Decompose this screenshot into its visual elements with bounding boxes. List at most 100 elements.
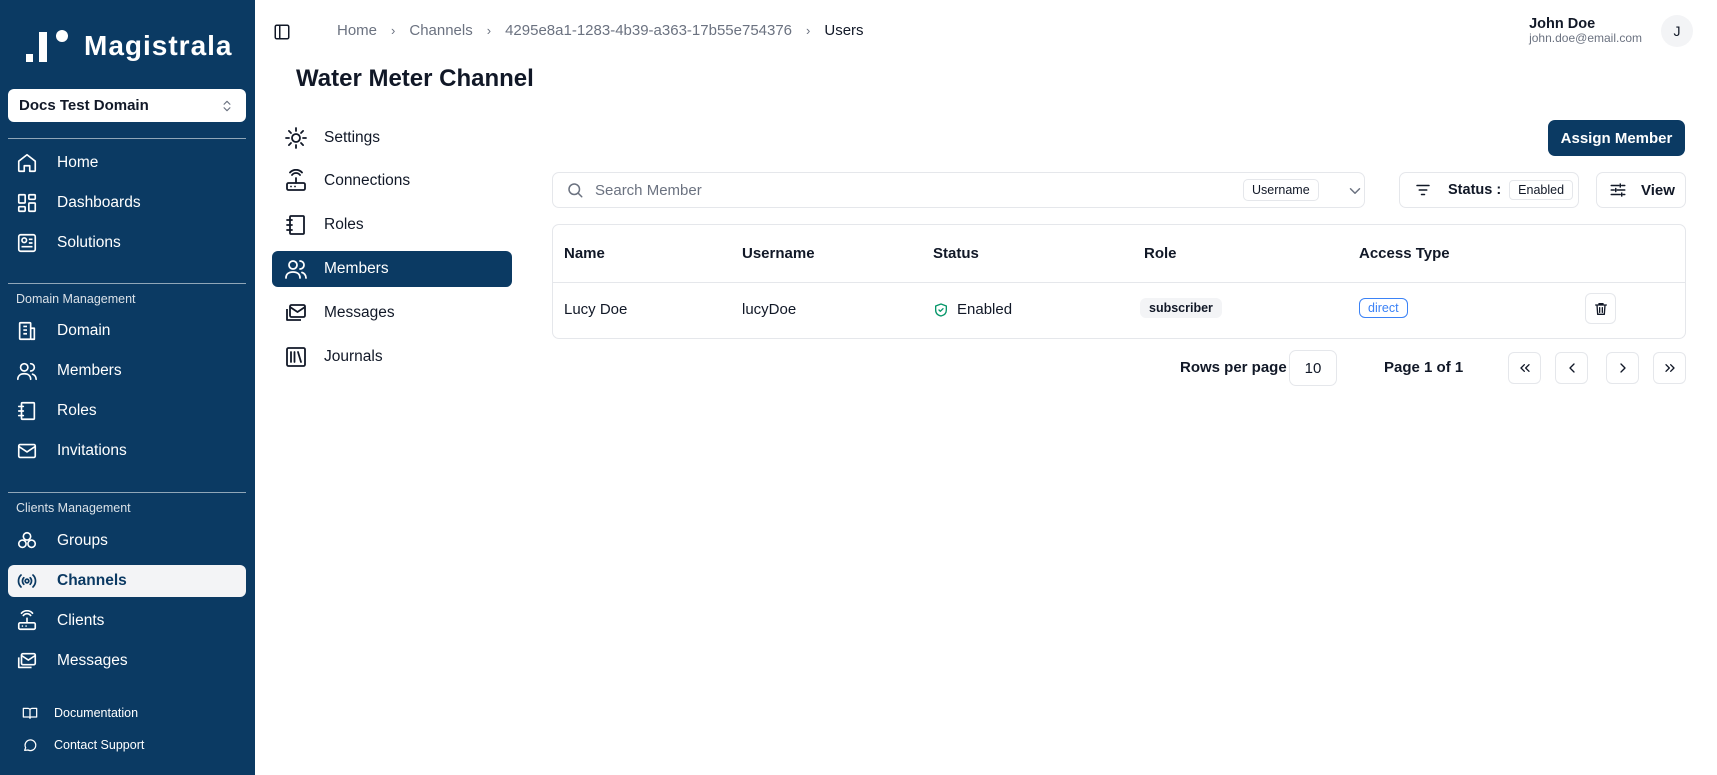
solutions-icon [17, 233, 37, 253]
sidebar-item-home[interactable]: Home [8, 147, 246, 179]
sidebar-item-clients[interactable]: Clients [8, 605, 246, 637]
section-label-clients-management: Clients Management [16, 501, 131, 515]
chevron-left-icon [1568, 363, 1575, 373]
sidebar-item-documentation[interactable]: Documentation [22, 705, 138, 721]
cell-name: Lucy Doe [564, 301, 628, 318]
assign-member-button[interactable]: Assign Member [1548, 120, 1685, 156]
user-email: john.doe@email.com [1529, 31, 1642, 45]
building-icon [18, 321, 36, 341]
avatar[interactable]: J [1661, 15, 1693, 47]
logo[interactable]: Magistrala [26, 28, 233, 64]
first-page-button[interactable] [1508, 352, 1541, 384]
chevron-down-icon[interactable] [1346, 182, 1364, 200]
status-filter-button[interactable]: Status : Enabled [1399, 172, 1579, 208]
message-circle-icon [24, 739, 37, 752]
search-type-select[interactable]: Username [1243, 179, 1319, 201]
previous-page-button[interactable] [1555, 352, 1588, 384]
view-options-button[interactable]: View [1596, 172, 1686, 208]
chevron-right-icon: › [486, 23, 492, 38]
page-title: Water Meter Channel [296, 65, 534, 92]
sidebar-item-label: Dashboards [57, 194, 141, 211]
rows-per-page-select[interactable]: 10 [1289, 350, 1337, 386]
sidebar-item-label: Messages [57, 652, 128, 669]
last-page-button[interactable] [1653, 352, 1686, 384]
search-bar: Username [552, 172, 1365, 208]
sidebar-item-label: Solutions [57, 234, 121, 251]
breadcrumb-current: Users [824, 22, 864, 39]
cell-username: lucyDoe [742, 301, 797, 318]
groups-icon [17, 531, 37, 549]
column-header-access-type[interactable]: Access Type [1359, 245, 1450, 262]
sidebar-toggle-icon[interactable] [273, 23, 291, 41]
book-open-icon [22, 707, 38, 719]
column-header-username[interactable]: Username [742, 245, 815, 262]
search-input[interactable] [595, 181, 1235, 199]
chevrons-up-down-icon [223, 100, 231, 111]
status-filter-label: Status : [1448, 182, 1502, 198]
section-label-domain-management: Domain Management [16, 292, 136, 306]
sliders-icon [1610, 183, 1626, 197]
sidebar-item-invitations[interactable]: Invitations [8, 435, 246, 467]
notebook-icon [286, 215, 305, 235]
chevrons-left-icon [1519, 364, 1530, 372]
access-type-badge: direct [1359, 298, 1408, 318]
next-page-button[interactable] [1606, 352, 1639, 384]
domain-selector[interactable]: Docs Test Domain [8, 89, 246, 122]
sidebar-item-contact-support[interactable]: Contact Support [22, 737, 144, 753]
column-header-name[interactable]: Name [564, 245, 605, 262]
breadcrumb-channels[interactable]: Channels [409, 22, 472, 39]
tab-roles[interactable]: Roles [272, 207, 512, 243]
tab-connections[interactable]: Connections [272, 163, 512, 199]
sidebar-item-label: Roles [57, 402, 97, 419]
breadcrumb-channel-id[interactable]: 4295e8a1-1283-4b39-a363-17b55e754376 [505, 22, 792, 39]
users-icon [17, 362, 37, 381]
sidebar-item-label: Groups [57, 532, 108, 549]
sidebar-item-roles[interactable]: Roles [8, 395, 246, 427]
sidebar-item-label: Home [57, 154, 99, 171]
router-icon [17, 610, 37, 631]
user-menu[interactable]: John Doe john.doe@email.com [1529, 16, 1642, 44]
column-header-role[interactable]: Role [1144, 245, 1177, 262]
search-icon [568, 183, 583, 198]
tab-messages[interactable]: Messages [272, 295, 512, 331]
filter-icon [1416, 184, 1430, 196]
column-header-status[interactable]: Status [933, 245, 979, 262]
tab-members[interactable]: Members [272, 251, 512, 287]
shield-check-icon [935, 302, 947, 317]
sidebar-item-label: Contact Support [54, 738, 145, 752]
chevron-right-icon [1619, 363, 1626, 373]
sidebar-item-domain[interactable]: Domain [8, 315, 246, 347]
role-badge: subscriber [1140, 298, 1222, 318]
sidebar-item-label: Domain [57, 322, 111, 339]
cell-status: Enabled [933, 301, 1012, 318]
members-table: Name Username Status Role Access Type Lu… [552, 224, 1686, 339]
sidebar-item-groups[interactable]: Groups [8, 525, 246, 557]
radio-signal-icon [17, 574, 37, 588]
delete-member-button[interactable] [1585, 293, 1616, 324]
sidebar: Magistrala Docs Test Domain Home Dashboa… [0, 0, 255, 775]
chevrons-right-icon [1664, 364, 1675, 372]
sidebar-item-solutions[interactable]: Solutions [8, 227, 246, 259]
sidebar-item-messages[interactable]: Messages [8, 645, 246, 677]
sidebar-item-channels[interactable]: Channels [8, 565, 246, 597]
settings-icon [285, 127, 307, 149]
router-icon [286, 169, 306, 191]
breadcrumb: Home › Channels › 4295e8a1-1283-4b39-a36… [337, 22, 864, 39]
tab-settings[interactable]: Settings [272, 120, 512, 156]
tab-label: Connections [324, 172, 411, 189]
brand-name: Magistrala [84, 30, 233, 61]
sidebar-item-members[interactable]: Members [8, 355, 246, 387]
sidebar-item-label: Channels [57, 572, 127, 589]
divider [8, 283, 246, 284]
home-icon [17, 153, 37, 173]
row-divider [553, 282, 1685, 283]
breadcrumb-home[interactable]: Home [337, 22, 377, 39]
status-filter-value: Enabled [1509, 180, 1574, 200]
user-name: John Doe [1529, 16, 1596, 32]
tab-label: Members [324, 260, 389, 277]
sidebar-item-dashboards[interactable]: Dashboards [8, 187, 246, 219]
mail-icon [17, 443, 37, 459]
divider [8, 492, 246, 493]
library-icon [286, 347, 306, 367]
tab-journals[interactable]: Journals [272, 339, 512, 375]
